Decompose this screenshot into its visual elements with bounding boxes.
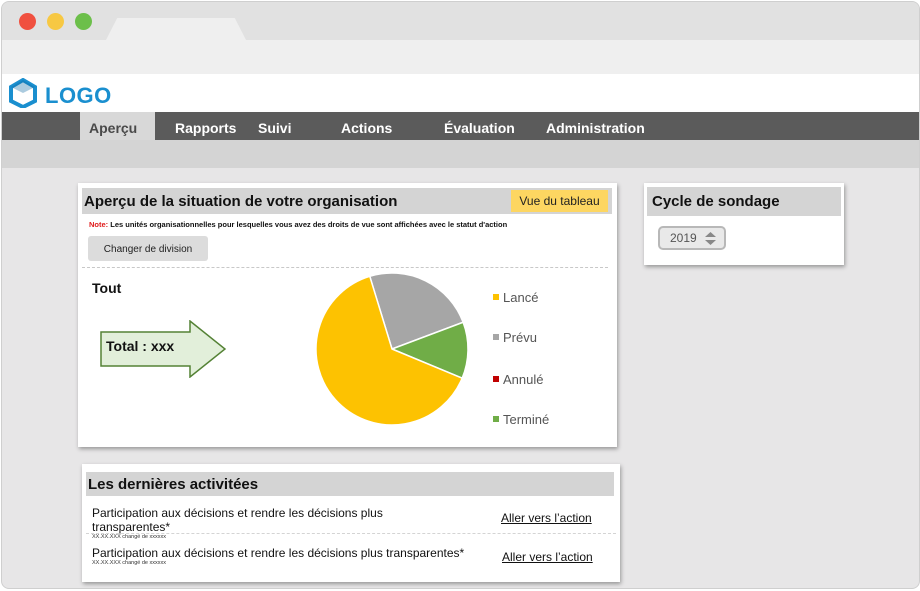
legend-item-lance: Lancé [493,290,538,305]
minimize-window-button[interactable] [47,13,64,30]
app-header: LOGO [2,74,919,112]
year-value: 2019 [670,231,697,245]
nav-apercu[interactable]: Aperçu [80,112,156,140]
legend-label: Annulé [503,372,544,387]
browser-tab[interactable] [106,18,246,40]
legend-item-annule: Annulé [493,372,543,387]
go-to-action-link[interactable]: Aller vers l’action [501,511,592,525]
nav-actions[interactable]: Actions [341,112,392,140]
overview-title: Aperçu de la situation de votre organisa… [84,193,398,210]
note-text: Les unités organisationnelles pour lesqu… [110,220,508,229]
legend-swatch [493,416,499,422]
nav-suivi[interactable]: Suivi [258,112,291,140]
overview-card: Aperçu de la situation de votre organisa… [78,183,617,447]
divider [82,267,608,268]
activities-card: Les dernières activitées Participation a… [82,464,620,582]
year-select[interactable]: 2019 [658,226,726,250]
table-view-button[interactable]: Vue du tableau [511,190,608,212]
legend-swatch [493,294,499,300]
divider [86,533,616,534]
status-pie-chart [315,272,469,426]
logo-text[interactable]: LOGO [45,83,112,109]
change-division-button[interactable]: Changer de division [88,236,208,261]
main-nav: Aperçu Rapports Suivi Actions Évaluation… [2,112,919,140]
total-label: Total : xxx [106,338,175,354]
activity-title: Participation aux décisions et rendre le… [92,546,465,560]
note-prefix: Note: [89,220,109,229]
sub-bar [2,140,919,168]
title-bar [2,2,919,40]
legend-label: Lancé [503,290,539,305]
nav-rapports[interactable]: Rapports [175,112,236,140]
cycle-title: Cycle de sondage [652,193,780,210]
legend-item-prevu: Prévu [493,330,537,345]
legend-swatch [493,376,499,382]
address-bar [2,40,919,74]
activity-title: Participation aux décisions et rendre le… [92,506,383,534]
activity-meta: XX.XX.XXX changé de xxxxxx [92,560,166,566]
maximize-window-button[interactable] [75,13,92,30]
legend-swatch [493,334,499,340]
logo-hexagon-icon [9,78,37,108]
activity-meta: XX.XX.XXX changé de xxxxxx [92,534,166,540]
nav-evaluation[interactable]: Évaluation [444,112,515,140]
scope-label: Tout [92,280,122,296]
overview-note: Note: Les unités organisationnelles pour… [89,220,507,229]
legend-item-termine: Terminé [493,412,549,427]
legend-label: Terminé [503,412,550,427]
nav-administration[interactable]: Administration [546,112,645,140]
go-to-action-link[interactable]: Aller vers l’action [502,550,593,564]
survey-cycle-card: Cycle de sondage 2019 [644,183,844,265]
spinner-arrows-icon[interactable] [705,232,716,245]
browser-window: LOGO Aperçu Rapports Suivi Actions Évalu… [1,1,920,589]
activities-title: Les dernières activitées [88,476,259,493]
legend-label: Prévu [503,330,537,345]
close-window-button[interactable] [19,13,36,30]
